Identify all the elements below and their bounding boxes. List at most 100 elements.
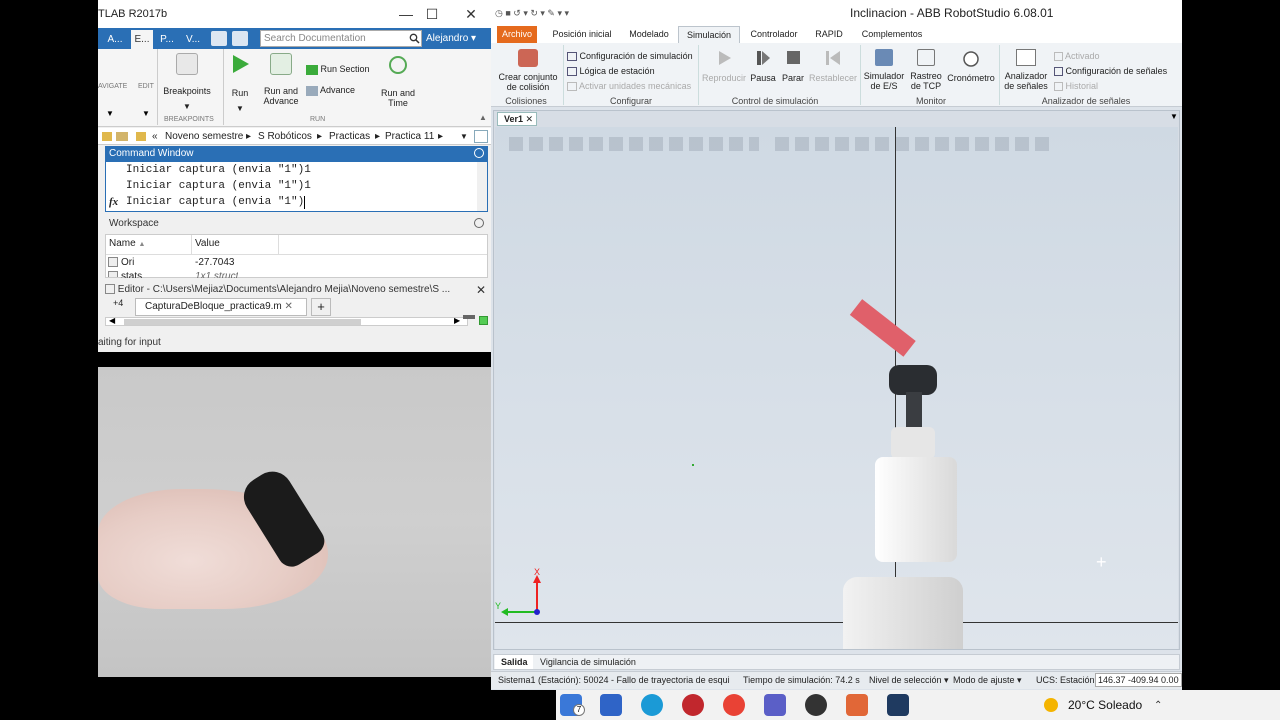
historial-button[interactable]: Historial xyxy=(1054,81,1098,92)
menu-rapid[interactable]: RAPID xyxy=(809,26,849,43)
scroll-left-icon[interactable]: ◀ xyxy=(109,316,115,325)
collapse-ribbon-icon[interactable]: ▲ xyxy=(479,113,487,122)
user-menu[interactable]: Alejandro ▾ xyxy=(426,30,488,47)
column-header-name[interactable]: Name ▲ xyxy=(109,238,145,249)
tab-salida[interactable]: Salida xyxy=(495,655,533,669)
variable-name[interactable]: Ori xyxy=(121,257,134,268)
app-icon[interactable] xyxy=(682,694,704,716)
document-area: Ver1 ✕ ▼ + X Y xyxy=(493,110,1180,650)
matlab-icon[interactable] xyxy=(846,694,868,716)
robotstudio-icon[interactable] xyxy=(887,694,909,716)
editor-close-icon[interactable]: ✕ xyxy=(476,283,486,297)
menu-simulacion[interactable]: Simulación xyxy=(678,26,740,43)
pausa-label: Pausa xyxy=(750,73,776,83)
folder-icon[interactable] xyxy=(102,132,112,141)
maximize-button[interactable]: ☐ xyxy=(420,4,444,24)
close-button[interactable]: ✕ xyxy=(459,4,483,24)
tab-publish[interactable]: P... xyxy=(156,30,178,49)
path-search-icon[interactable] xyxy=(474,130,488,143)
weather-widget[interactable]: 20°C Soleado xyxy=(1068,698,1142,712)
rastreo-label-1: Rastreo xyxy=(910,71,942,81)
tab-vigilancia[interactable]: Vigilancia de simulación xyxy=(536,655,640,669)
panel-menu-icon[interactable] xyxy=(474,148,484,158)
viewport-toolbar-right[interactable] xyxy=(775,137,1055,151)
reproducir-label: Reproducir xyxy=(701,73,747,83)
tab-view[interactable]: V... xyxy=(182,30,204,49)
store-icon[interactable] xyxy=(600,694,622,716)
restablecer-button[interactable]: Restablecer xyxy=(807,49,859,83)
search-input[interactable]: Search Documentation xyxy=(260,30,422,47)
editor-file-tab[interactable]: CapturaDeBloque_practica9.m ✕ xyxy=(135,298,307,316)
floor-line xyxy=(495,622,1178,623)
horizontal-scrollbar[interactable]: ◀ ▶ xyxy=(105,316,468,326)
parar-button[interactable]: Parar xyxy=(779,49,807,83)
navigate-dropdown[interactable]: ▼ xyxy=(106,109,114,118)
reproducir-button[interactable]: Reproducir xyxy=(700,49,748,83)
variable-value: 1x1 struct xyxy=(195,271,239,278)
cronometro-button[interactable]: Cronómetro xyxy=(945,49,997,83)
scroll-thumb[interactable] xyxy=(124,319,361,325)
run-button[interactable]: Run ▼ xyxy=(227,53,253,114)
breadcrumb-4[interactable]: Practica 11 xyxy=(385,128,434,145)
menu-complementos[interactable]: Complementos xyxy=(853,26,931,43)
tray-chevron-icon[interactable]: ⌃ xyxy=(1154,700,1162,711)
breakpoints-button[interactable]: Breakpoints ▼ xyxy=(162,53,212,112)
breadcrumb-2[interactable]: S Robóticos xyxy=(258,128,312,145)
rastreo-tcp-button[interactable]: Rastreo de TCP xyxy=(907,49,945,91)
pausa-button[interactable]: Pausa xyxy=(748,49,778,83)
teams-icon[interactable] xyxy=(764,694,786,716)
variable-icon xyxy=(108,257,118,267)
folder-up-icon[interactable] xyxy=(136,132,146,141)
breadcrumb-3[interactable]: Practicas xyxy=(329,128,370,145)
crear-conjunto-button[interactable]: Crear conjunto de colisión xyxy=(495,49,561,92)
menu-modelado[interactable]: Modelado xyxy=(623,26,675,43)
selection-level-dropdown[interactable]: Nivel de selección ▾ xyxy=(869,672,949,688)
run-and-time-button[interactable]: Run and Time xyxy=(378,53,418,108)
menu-posicion-inicial[interactable]: Posición inicial xyxy=(543,26,621,43)
function-prompt-icon[interactable]: fx xyxy=(109,196,118,208)
search-icon[interactable] xyxy=(409,33,420,44)
viewport-toolbar-left[interactable] xyxy=(509,137,759,151)
menu-archivo[interactable]: Archivo xyxy=(497,26,537,43)
simulador-es-button[interactable]: Simulador de E/S xyxy=(861,49,907,91)
breadcrumb-1[interactable]: Noveno semestre xyxy=(165,128,243,145)
parar-label: Parar xyxy=(781,73,804,83)
command-window[interactable]: Iniciar captura (envia "1")1 Iniciar cap… xyxy=(105,161,488,212)
path-dropdown[interactable]: ▼ xyxy=(460,128,468,145)
run-section-button[interactable]: Run Section xyxy=(306,64,376,75)
stop-icon xyxy=(787,51,800,64)
split-icon[interactable] xyxy=(463,315,475,319)
advance-button[interactable]: Advance xyxy=(306,85,376,96)
browse-icon[interactable] xyxy=(116,132,128,141)
document-menu-icon[interactable]: ▼ xyxy=(1170,112,1178,121)
new-tab-button[interactable]: + xyxy=(311,298,331,316)
config-senales-button[interactable]: Configuración de señales xyxy=(1054,66,1167,77)
logica-button[interactable]: Lógica de estación xyxy=(567,66,655,77)
hidden-tabs-count[interactable]: +4 xyxy=(113,298,123,308)
group-analizador: Analizador de señales xyxy=(1041,96,1131,106)
3d-viewport[interactable]: + X Y xyxy=(495,127,1178,649)
column-header-value[interactable]: Value xyxy=(195,238,220,249)
tab-editor[interactable]: E... xyxy=(131,30,153,49)
activar-unidades-button[interactable]: Activar unidades mecánicas xyxy=(567,81,691,92)
chrome-icon[interactable] xyxy=(723,694,745,716)
scroll-right-icon[interactable]: ▶ xyxy=(454,316,460,325)
panel-menu-icon[interactable] xyxy=(474,218,484,228)
activado-checkbox[interactable]: Activado xyxy=(1054,51,1100,62)
quick-access-toolbar[interactable]: ◷ ■ ↺ ▾ ↻ ▾ ✎ ▾ ▾ xyxy=(495,8,569,19)
analizador-button[interactable]: Analizador de señales xyxy=(1000,49,1052,91)
variable-name[interactable]: stats xyxy=(121,271,142,278)
menu-controlador[interactable]: Controlador xyxy=(743,26,805,43)
viewport-tab[interactable]: Ver1 ✕ xyxy=(497,112,537,126)
run-and-advance-button[interactable]: Run and Advance xyxy=(261,53,301,106)
app-icon-2[interactable] xyxy=(805,694,827,716)
minimize-button[interactable]: — xyxy=(394,4,418,24)
snap-mode-dropdown[interactable]: Modo de ajuste ▾ xyxy=(953,672,1022,688)
vertical-scrollbar[interactable] xyxy=(477,162,487,211)
edit-dropdown[interactable]: ▼ xyxy=(142,109,150,118)
print-icon[interactable] xyxy=(232,31,248,46)
tab-home[interactable]: A... xyxy=(102,30,128,49)
edge-icon[interactable] xyxy=(641,694,663,716)
save-icon[interactable] xyxy=(211,31,227,46)
config-sim-button[interactable]: Configuración de simulación xyxy=(567,51,693,62)
